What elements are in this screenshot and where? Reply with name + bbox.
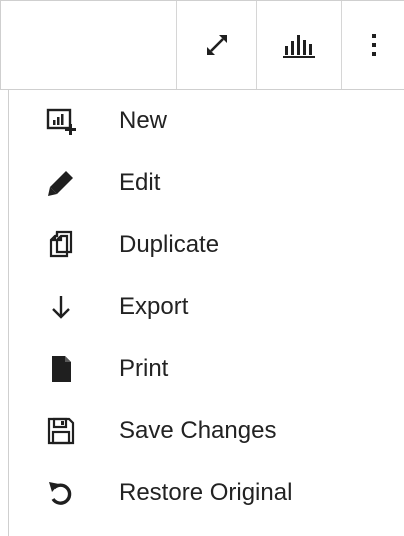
restore-icon: [45, 477, 77, 509]
menu-item-edit[interactable]: Edit: [9, 152, 397, 214]
expand-diagonal-icon: [202, 30, 232, 60]
arrow-down-icon: [45, 291, 77, 323]
floppy-disk-icon: [45, 415, 77, 447]
menu-item-label: Duplicate: [119, 231, 220, 258]
menu-item-duplicate[interactable]: Duplicate: [9, 214, 397, 276]
more-vertical-icon: [368, 30, 380, 60]
menu-item-print[interactable]: Print: [9, 338, 397, 400]
menu-item-label: Print: [119, 355, 169, 382]
chart-type-button[interactable]: [256, 1, 342, 89]
menu-item-label: Export: [119, 293, 189, 320]
more-options-button[interactable]: [342, 1, 404, 89]
bar-chart-icon: [281, 30, 317, 60]
duplicate-icon: [45, 229, 77, 261]
menu-item-label: Save Changes: [119, 417, 277, 444]
document-icon: [45, 353, 77, 385]
menu-item-label: Restore Original: [119, 479, 293, 506]
menu-item-new[interactable]: New: [9, 90, 397, 152]
chart-options-panel: New Edit Duplicate Export Print Save Cha…: [0, 0, 404, 536]
expand-button[interactable]: [176, 1, 256, 89]
menu-item-save-changes[interactable]: Save Changes: [9, 400, 397, 462]
pencil-icon: [45, 167, 77, 199]
menu-item-label: Edit: [119, 169, 161, 196]
new-chart-icon: [45, 105, 77, 137]
options-menu: New Edit Duplicate Export Print Save Cha…: [8, 90, 404, 536]
chart-toolbar: [0, 0, 404, 90]
menu-item-label: New: [119, 107, 168, 134]
menu-item-restore-original[interactable]: Restore Original: [9, 462, 397, 524]
menu-item-export[interactable]: Export: [9, 276, 397, 338]
